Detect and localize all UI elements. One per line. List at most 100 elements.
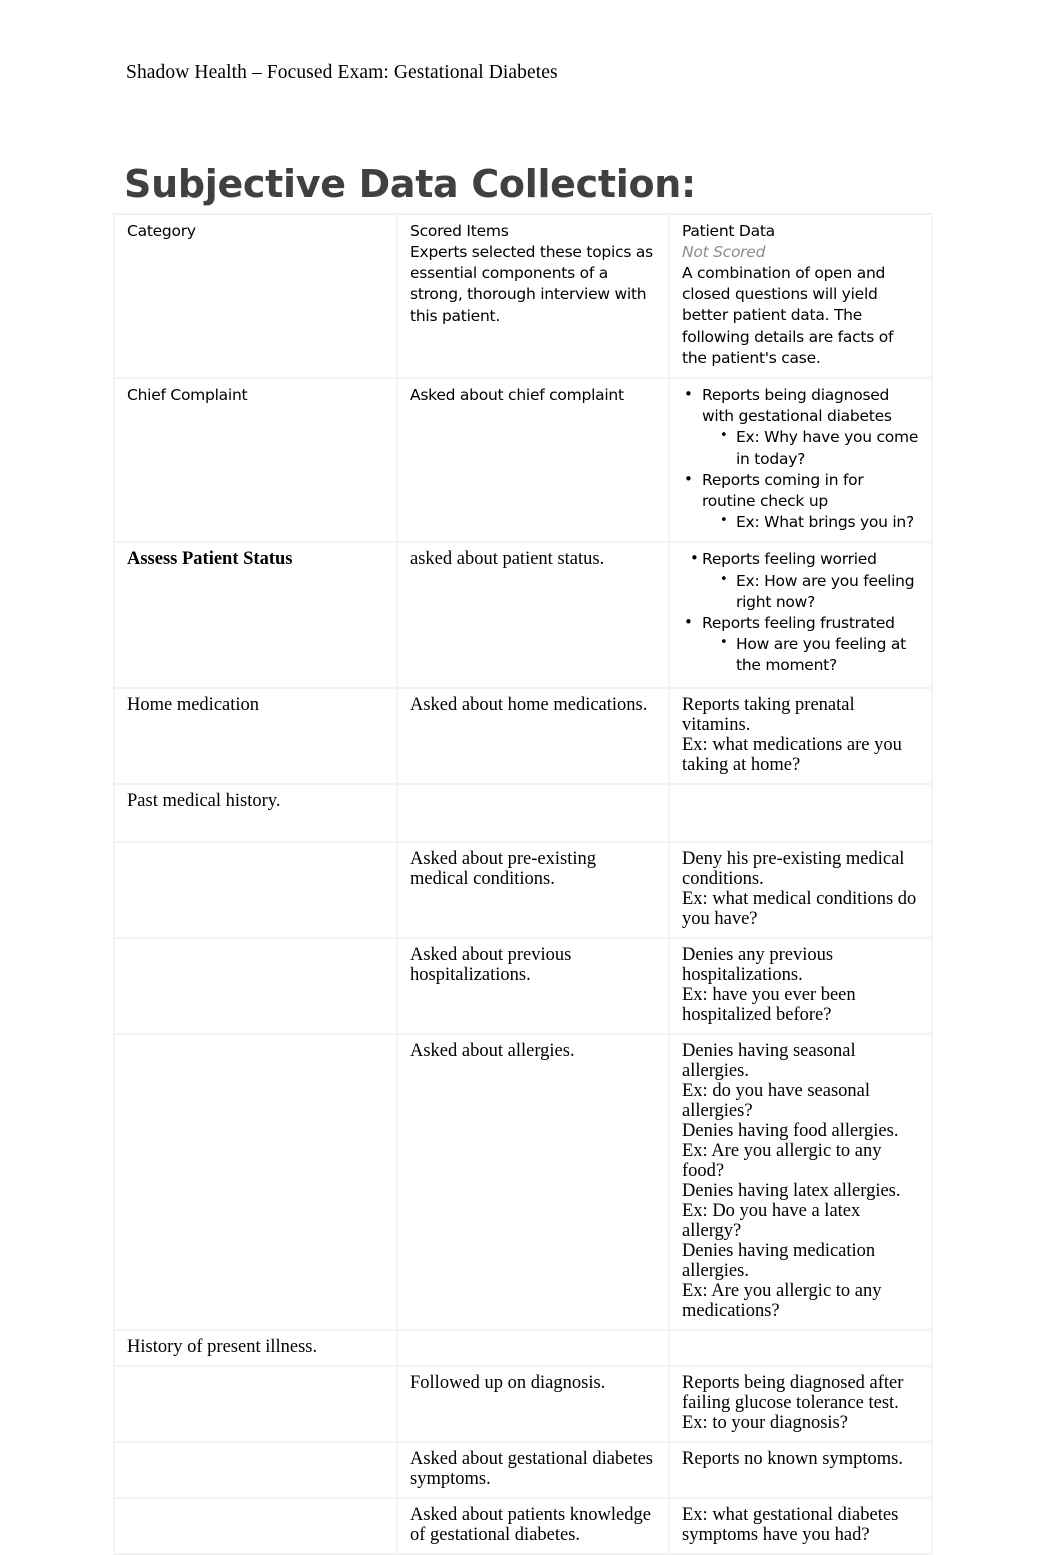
cell-patient-data: Reports being diagnosed after failing gl… [668,1365,933,1444]
cell-patient-data: Reports no known symptoms. [668,1441,933,1500]
not-scored-label: Not Scored [682,243,766,261]
patient-data-line: Denies having medication allergies. [682,1241,876,1282]
table-row: Asked about gestational diabetes symptom… [113,1441,933,1500]
list-item: Reports coming in for routine check up Ex… [702,470,921,534]
cell-scored-item: Asked about previous hospitalizations. [396,937,670,1036]
cell-patient-data-header: Patient Data Not Scored A combination of… [668,212,933,380]
patient-data-line: Ex: what gestational diabetes symptoms h… [682,1505,899,1546]
patient-data-line: Denies any previous hospitalizations. [682,945,834,986]
cell-patient-data [668,783,933,844]
cell-category: Assess Patient Status [113,541,398,690]
category-label: Chief Complaint [127,386,248,405]
patient-data-sub-bullet-list: Ex: Why have you come in today? [702,427,921,469]
scored-item-text: Asked about allergies. [410,1041,575,1062]
patient-data-lines [682,791,921,801]
cell-patient-data: Ex: what gestational diabetes symptoms h… [668,1497,933,1555]
scored-item-text [410,1337,658,1347]
cell-scored-item: asked about patient status. [396,541,670,690]
cell-scored-item [396,1329,670,1368]
list-item: Reports feeling frustrated How are you fe… [702,613,921,677]
patient-data-line: Denies having latex allergies. [682,1181,901,1202]
cell-category: Home medication [113,687,398,786]
cell-category [113,937,398,1036]
sub-bullet-text: Ex: What brings you in? [736,513,914,531]
cell-scored-item: Asked about allergies. [396,1033,670,1332]
bullet-text: Reports feeling worried [702,550,877,568]
category-label: History of present illness. [127,1337,318,1358]
category-label [127,1505,386,1515]
patient-data-lines: Reports no known symptoms. [682,1449,921,1469]
table-body: Category Scored Items Experts selected t… [113,212,933,1555]
column-header-scored-items: Scored Items [410,222,509,240]
patient-data-sub-bullet-list: Ex: What brings you in? [702,512,921,533]
cell-scored-item: Asked about gestational diabetes symptom… [396,1441,670,1500]
cell-category: Past medical history. [113,783,398,844]
patient-data-line: Reports taking prenatal vitamins. [682,695,855,736]
patient-data-line: Ex: do you have seasonal allergies? [682,1081,871,1122]
cell-scored-item: Asked about home medications. [396,687,670,786]
bullet-text: Reports being diagnosed with gestational… [702,386,892,425]
scored-item-text: Asked about chief complaint [410,386,624,405]
cell-scored-item: Asked about pre-existing medical conditi… [396,841,670,940]
page-title: Subjective Data Collection: [124,162,696,207]
category-label [127,1449,386,1459]
scored-item-text: Asked about gestational diabetes symptom… [410,1449,654,1490]
category-label [127,945,386,955]
patient-data-lines: Ex: what gestational diabetes symptoms h… [682,1505,921,1545]
patient-data-lines [682,1337,921,1347]
cell-patient-data: Denies having seasonal allergies. Ex: do … [668,1033,933,1332]
list-item: Ex: How are you feeling right now? [736,571,921,613]
cell-patient-data: Reports feeling worried Ex: How are you f… [668,541,933,690]
list-item: How are you feeling at the moment? [736,634,921,676]
sub-bullet-text: Ex: Why have you come in today? [736,428,918,467]
cell-patient-data: Denies any previous hospitalizations. Ex:… [668,937,933,1036]
table-row: Asked about allergies. Denies having seas… [113,1033,933,1332]
patient-data-lines: Reports being diagnosed after failing gl… [682,1373,921,1433]
column-header-patient-data: Patient Data [682,222,775,240]
patient-data-line: Denies having seasonal allergies. [682,1041,856,1082]
cell-category: History of present illness. [113,1329,398,1368]
patient-data-line: Ex: to your diagnosis? [682,1413,848,1434]
bullet-text: Reports feeling frustrated [702,614,895,632]
scored-item-text: Followed up on diagnosis. [410,1373,606,1394]
cell-scored-item: Followed up on diagnosis. [396,1365,670,1444]
bullet-text: Reports coming in for routine check up [702,471,864,510]
patient-data-lines: Denies any previous hospitalizations. Ex:… [682,945,921,1025]
cell-patient-data: Reports taking prenatal vitamins. Ex: wha… [668,687,933,786]
table-row: Asked about patients knowledge of gestat… [113,1497,933,1555]
patient-data-line: Reports no known symptoms. [682,1449,903,1470]
running-header: Shadow Health – Focused Exam: Gestationa… [126,62,558,83]
table-header-row: Category Scored Items Experts selected t… [113,212,933,380]
category-label: Assess Patient Status [127,549,293,570]
table-row: Asked about previous hospitalizations. De… [113,937,933,1036]
category-label [127,1373,386,1383]
cell-category [113,1033,398,1332]
patient-data-lines: Reports taking prenatal vitamins. Ex: wha… [682,695,921,775]
patient-data-line: Ex: Are you allergic to any food? [682,1141,882,1182]
subjective-data-table: Category Scored Items Experts selected t… [113,212,933,1555]
cell-scored-item [396,783,670,844]
patient-data-bullet-list: Reports being diagnosed with gestational… [682,385,921,533]
patient-data-sub-bullet-list: How are you feeling at the moment? [702,634,921,676]
table-row: Followed up on diagnosis. Reports being d… [113,1365,933,1444]
document-page: Shadow Health – Focused Exam: Gestationa… [0,0,1062,1555]
patient-data-line: Reports being diagnosed after failing gl… [682,1373,904,1414]
table-row: Asked about pre-existing medical conditi… [113,841,933,940]
column-header-scored-items-description: Experts selected these topics as essenti… [410,243,653,325]
patient-data-line: Ex: Do you have a latex allergy? [682,1201,861,1242]
scored-item-text: Asked about patients knowledge of gestat… [410,1505,651,1546]
category-label: Home medication [127,695,260,716]
table-row: Home medication Asked about home medicati… [113,687,933,786]
patient-data-line: Ex: Are you allergic to any medications? [682,1281,882,1322]
sub-bullet-text: Ex: How are you feeling right now? [736,572,915,611]
category-label [127,1041,386,1051]
list-item: Ex: Why have you come in today? [736,427,921,469]
category-label [127,849,386,859]
list-item: Reports feeling worried Ex: How are you f… [702,549,921,613]
cell-patient-data: Reports being diagnosed with gestational… [668,377,933,544]
patient-data-bullet-list: Reports feeling worried Ex: How are you f… [682,549,921,676]
table-row: History of present illness. [113,1329,933,1368]
patient-data-lines: Deny his pre-existing medical conditions… [682,849,921,929]
patient-data-line: Ex: have you ever been hospitalized befo… [682,985,856,1026]
cell-scored-item: Asked about patients knowledge of gestat… [396,1497,670,1555]
